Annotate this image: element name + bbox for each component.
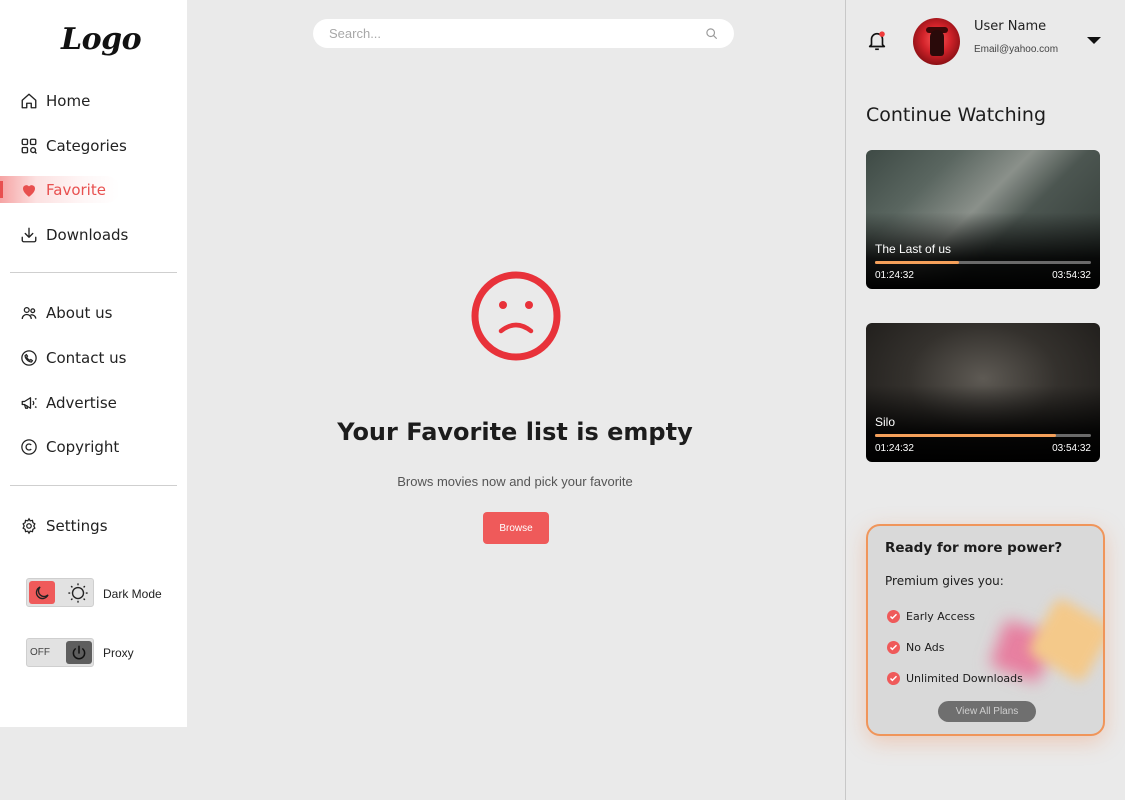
- premium-feature: Unlimited Downloads: [887, 672, 1023, 685]
- sun-icon: [65, 581, 91, 604]
- heart-icon: [23, 185, 35, 197]
- search-input[interactable]: [329, 26, 705, 41]
- notification-bell-icon[interactable]: [866, 30, 888, 52]
- check-badge-icon: [887, 641, 900, 654]
- sidebar-item-contact[interactable]: Contact us: [20, 343, 126, 373]
- sidebar-divider: [10, 485, 177, 486]
- phone-icon: [21, 350, 37, 366]
- categories-icon: [21, 138, 37, 154]
- logo[interactable]: Logo: [61, 22, 142, 57]
- browse-button[interactable]: Browse: [483, 512, 549, 544]
- megaphone-icon: [21, 397, 37, 409]
- proxy-state-text: OFF: [30, 647, 50, 658]
- card-title: Silo: [875, 415, 896, 429]
- sidebar-item-label: Advertise: [46, 394, 117, 412]
- elapsed-time: 01:24:32: [875, 270, 914, 281]
- sidebar-item-label: Settings: [46, 517, 108, 535]
- gear-icon: [22, 517, 36, 535]
- premium-feature-label: Unlimited Downloads: [906, 672, 1023, 685]
- total-time: 03:54:32: [1052, 270, 1091, 281]
- proxy-label: Proxy: [103, 646, 134, 660]
- premium-feature: No Ads: [887, 641, 945, 654]
- people-icon: [21, 306, 37, 320]
- search-bar: [313, 19, 734, 48]
- progress-track: [875, 434, 1091, 437]
- progress-fill: [875, 434, 1057, 437]
- sidebar-item-downloads[interactable]: Downloads: [20, 220, 128, 250]
- check-badge-icon: [887, 610, 900, 623]
- progress-fill: [875, 261, 960, 264]
- progress-track: [875, 261, 1091, 264]
- proxy-toggle[interactable]: OFF: [26, 638, 94, 667]
- elapsed-time: 01:24:32: [875, 443, 914, 454]
- user-email: Email@yahoo.com: [974, 44, 1059, 55]
- premium-subtitle: Premium gives you:: [885, 574, 1004, 588]
- continue-watching-title: Continue Watching: [866, 104, 1047, 126]
- sidebar: Logo Home Categories Favorite Downloads …: [0, 0, 187, 727]
- user-name: User Name: [974, 19, 1047, 34]
- chevron-down-icon[interactable]: [1087, 37, 1101, 44]
- sidebar-item-settings[interactable]: Settings: [20, 511, 108, 541]
- premium-promo: Ready for more power? Premium gives you:…: [866, 524, 1105, 736]
- sidebar-item-label: Contact us: [46, 349, 127, 367]
- premium-feature: Early Access: [887, 610, 975, 623]
- continue-watching-card[interactable]: The Last of us 01:24:32 03:54:32: [866, 150, 1100, 289]
- sidebar-item-label: Favorite: [46, 181, 106, 199]
- card-title: The Last of us: [875, 242, 952, 256]
- total-time: 03:54:32: [1052, 443, 1091, 454]
- copyright-icon: [21, 439, 37, 455]
- sidebar-item-about[interactable]: About us: [20, 298, 112, 328]
- sidebar-divider: [10, 272, 177, 273]
- power-icon: [66, 641, 92, 664]
- active-item-indicator: [0, 181, 3, 198]
- dark-mode-toggle[interactable]: [26, 578, 94, 607]
- search-icon[interactable]: [705, 27, 718, 40]
- sidebar-item-advertise[interactable]: Advertise: [20, 388, 117, 418]
- avatar[interactable]: [913, 18, 960, 65]
- premium-feature-label: No Ads: [906, 641, 945, 654]
- sidebar-item-label: Categories: [46, 137, 127, 155]
- sidebar-item-label: Downloads: [46, 226, 129, 244]
- premium-title: Ready for more power?: [885, 540, 1063, 556]
- right-panel-divider: [845, 0, 846, 800]
- sidebar-item-label: Home: [46, 92, 91, 110]
- check-badge-icon: [887, 672, 900, 685]
- moon-icon: [29, 581, 55, 604]
- sidebar-item-favorite[interactable]: Favorite: [20, 175, 106, 205]
- sidebar-item-copyright[interactable]: Copyright: [20, 432, 119, 462]
- sidebar-item-home[interactable]: Home: [20, 86, 90, 116]
- sidebar-item-label: About us: [46, 304, 113, 322]
- sad-face-icon: [471, 271, 561, 361]
- sidebar-item-label: Copyright: [46, 438, 120, 456]
- premium-feature-label: Early Access: [906, 610, 975, 623]
- empty-state-subtitle: Brows movies now and pick your favorite: [397, 474, 633, 489]
- home-icon: [21, 93, 37, 109]
- download-icon: [21, 227, 37, 243]
- sidebar-item-categories[interactable]: Categories: [20, 131, 127, 161]
- continue-watching-card[interactable]: Silo 01:24:32 03:54:32: [866, 323, 1100, 462]
- empty-state-title: Your Favorite list is empty: [337, 418, 693, 446]
- view-all-plans-button[interactable]: View All Plans: [938, 701, 1036, 722]
- dark-mode-label: Dark Mode: [103, 587, 162, 601]
